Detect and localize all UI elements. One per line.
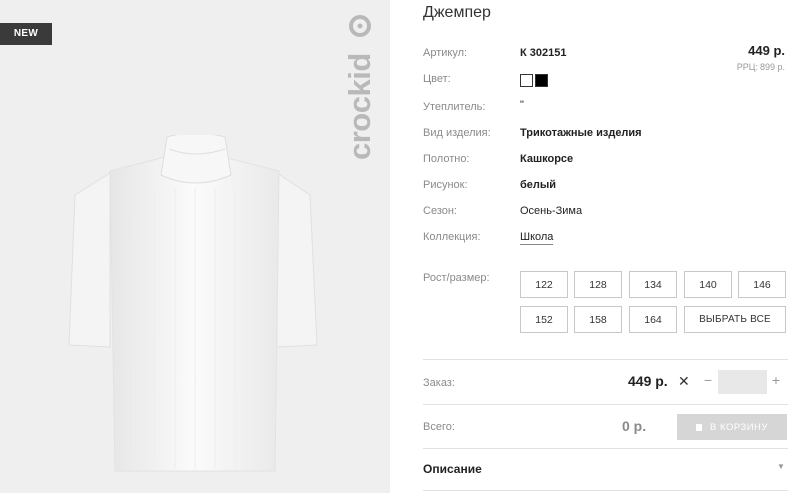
cart-icon xyxy=(696,423,703,431)
divider xyxy=(423,448,788,449)
size-button-122[interactable]: 122 xyxy=(520,271,568,298)
close-icon[interactable]: ✕ xyxy=(678,373,690,390)
rrp-price: РРЦ: 899 р. xyxy=(735,62,785,72)
size-button-140[interactable]: 140 xyxy=(684,271,732,298)
collection-label: Коллекция: xyxy=(423,231,481,243)
color-swatch-black[interactable] xyxy=(535,74,548,87)
product-image-panel: NEW crockid xyxy=(0,0,390,493)
insulation-value: " xyxy=(520,99,524,111)
season-value: Осень-Зима xyxy=(520,205,583,217)
size-button-128[interactable]: 128 xyxy=(574,271,622,298)
add-to-cart-button[interactable]: В КОРЗИНУ xyxy=(677,414,787,440)
fabric-label: Полотно: xyxy=(423,153,470,165)
quantity-input[interactable] xyxy=(718,370,767,394)
color-swatches xyxy=(520,74,548,87)
product-price: 449 р. xyxy=(748,43,785,58)
size-button-158[interactable]: 158 xyxy=(574,306,622,333)
divider xyxy=(423,404,788,405)
product-photo-turtleneck[interactable] xyxy=(65,132,325,475)
article-value: К 302151 xyxy=(520,47,567,59)
quantity-decrement-button[interactable]: − xyxy=(701,372,715,388)
total-label: Всего: xyxy=(423,421,455,433)
fabric-value: Кашкорсе xyxy=(520,153,574,165)
order-label: Заказ: xyxy=(423,377,455,389)
collection-link[interactable]: Школа xyxy=(520,231,554,245)
color-label: Цвет: xyxy=(423,73,451,85)
season-label: Сезон: xyxy=(423,205,457,217)
item-type-label: Вид изделия: xyxy=(423,127,491,139)
size-label: Рост/размер: xyxy=(423,272,490,284)
svg-text:crockid: crockid xyxy=(343,53,377,160)
description-toggle[interactable]: Описание xyxy=(423,462,482,476)
total-price: 0 р. xyxy=(622,418,647,434)
add-to-cart-label: В КОРЗИНУ xyxy=(710,421,768,433)
select-all-sizes-button[interactable]: ВЫБРАТЬ ВСЕ xyxy=(684,306,786,333)
quantity-increment-button[interactable]: + xyxy=(769,372,783,388)
new-badge: NEW xyxy=(0,23,52,45)
pattern-label: Рисунок: xyxy=(423,179,468,191)
rrp-label: РРЦ: xyxy=(736,62,758,72)
pattern-value: белый xyxy=(520,179,557,191)
size-button-164[interactable]: 164 xyxy=(629,306,677,333)
size-button-152[interactable]: 152 xyxy=(520,306,568,333)
item-type-value: Трикотажные изделия xyxy=(520,127,642,139)
insulation-label: Утеплитель: xyxy=(423,101,486,113)
divider xyxy=(423,490,788,491)
size-button-146[interactable]: 146 xyxy=(738,271,786,298)
chevron-down-icon[interactable]: ▼ xyxy=(777,462,785,471)
product-title: Джемпер xyxy=(423,4,491,21)
article-label: Артикул: xyxy=(423,47,468,59)
order-price: 449 р. xyxy=(628,373,668,389)
divider xyxy=(423,359,788,360)
color-swatch-white[interactable] xyxy=(520,74,533,87)
rrp-value: 899 р. xyxy=(759,62,785,72)
size-button-134[interactable]: 134 xyxy=(629,271,677,298)
brand-logo: crockid xyxy=(343,14,379,160)
